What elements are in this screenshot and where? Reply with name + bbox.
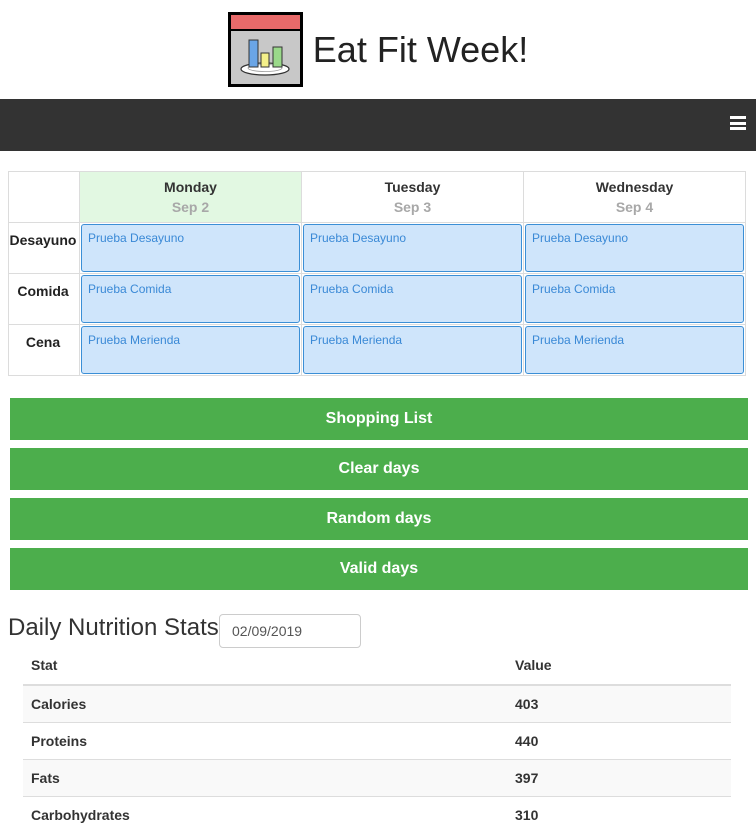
meal-cell: Prueba Desayuno [79, 222, 302, 274]
meal-cell: Prueba Merienda [79, 324, 302, 376]
stat-value: 310 [507, 795, 731, 833]
meal-entry[interactable]: Prueba Desayuno [303, 224, 522, 272]
day-name: Wednesday [595, 179, 674, 195]
stat-value: 440 [507, 721, 731, 759]
hamburger-menu-icon[interactable] [730, 116, 746, 130]
day-date: Sep 2 [171, 199, 210, 215]
meal-entry[interactable]: Prueba Comida [303, 275, 522, 323]
day-date: Sep 3 [393, 199, 432, 215]
meal-entry[interactable]: Prueba Comida [525, 275, 744, 323]
day-header-monday: Monday Sep 2 [79, 171, 302, 223]
table-row: Proteins 440 [23, 721, 731, 759]
meal-entry[interactable]: Prueba Comida [81, 275, 300, 323]
stat-name: Carbohydrates [23, 795, 507, 833]
meal-cell: Prueba Comida [523, 273, 746, 325]
table-row: Calories 403 [23, 684, 731, 722]
meal-row-cena: Cena Prueba Merienda Prueba Merienda Pru… [8, 324, 746, 376]
meal-cell: Prueba Comida [301, 273, 524, 325]
table-row: Fats 397 [23, 758, 731, 796]
day-header-wednesday: Wednesday Sep 4 [523, 171, 746, 223]
stat-name: Fats [23, 758, 507, 796]
clear-days-button[interactable]: Clear days [10, 448, 748, 490]
meal-entry[interactable]: Prueba Desayuno [81, 224, 300, 272]
shopping-list-button[interactable]: Shopping List [10, 398, 748, 440]
meal-row-desayuno: Desayuno Prueba Desayuno Prueba Desayuno… [8, 222, 746, 274]
meal-entry[interactable]: Prueba Merienda [303, 326, 522, 374]
stat-value: 397 [507, 758, 731, 796]
column-header-stat: Stat [23, 646, 507, 686]
date-input[interactable] [219, 614, 361, 648]
meal-cell: Prueba Desayuno [523, 222, 746, 274]
meal-label: Desayuno [8, 222, 80, 274]
stat-name: Calories [23, 684, 507, 722]
planner-corner [8, 171, 80, 223]
table-row: Carbohydrates 310 [23, 795, 731, 833]
nutrition-stats-title: Daily Nutrition Stats [8, 614, 219, 641]
meal-label: Comida [8, 273, 80, 325]
nutrition-stats-table: Stat Value Calories 403 Proteins 440 Fat… [23, 646, 731, 833]
day-header-tuesday: Tuesday Sep 3 [301, 171, 524, 223]
meal-row-comida: Comida Prueba Comida Prueba Comida Prueb… [8, 273, 746, 325]
meal-label: Cena [8, 324, 80, 376]
navbar [0, 99, 756, 151]
app-header: Eat Fit Week! [0, 0, 756, 99]
stat-name: Proteins [23, 721, 507, 759]
meal-cell: Prueba Desayuno [301, 222, 524, 274]
weekly-planner: Monday Sep 2 Tuesday Sep 3 Wednesday Sep… [8, 171, 746, 376]
day-name: Monday [164, 179, 217, 195]
meal-entry[interactable]: Prueba Merienda [81, 326, 300, 374]
day-name: Tuesday [384, 179, 441, 195]
random-days-button[interactable]: Random days [10, 498, 748, 540]
column-header-value: Value [507, 646, 731, 686]
meal-cell: Prueba Comida [79, 273, 302, 325]
meal-entry[interactable]: Prueba Desayuno [525, 224, 744, 272]
day-date: Sep 4 [615, 199, 654, 215]
valid-days-button[interactable]: Valid days [10, 548, 748, 590]
stat-value: 403 [507, 684, 731, 722]
meal-entry[interactable]: Prueba Merienda [525, 326, 744, 374]
meal-cell: Prueba Merienda [301, 324, 524, 376]
app-title: Eat Fit Week! [312, 28, 529, 70]
app-logo [227, 12, 303, 87]
meal-cell: Prueba Merienda [523, 324, 746, 376]
